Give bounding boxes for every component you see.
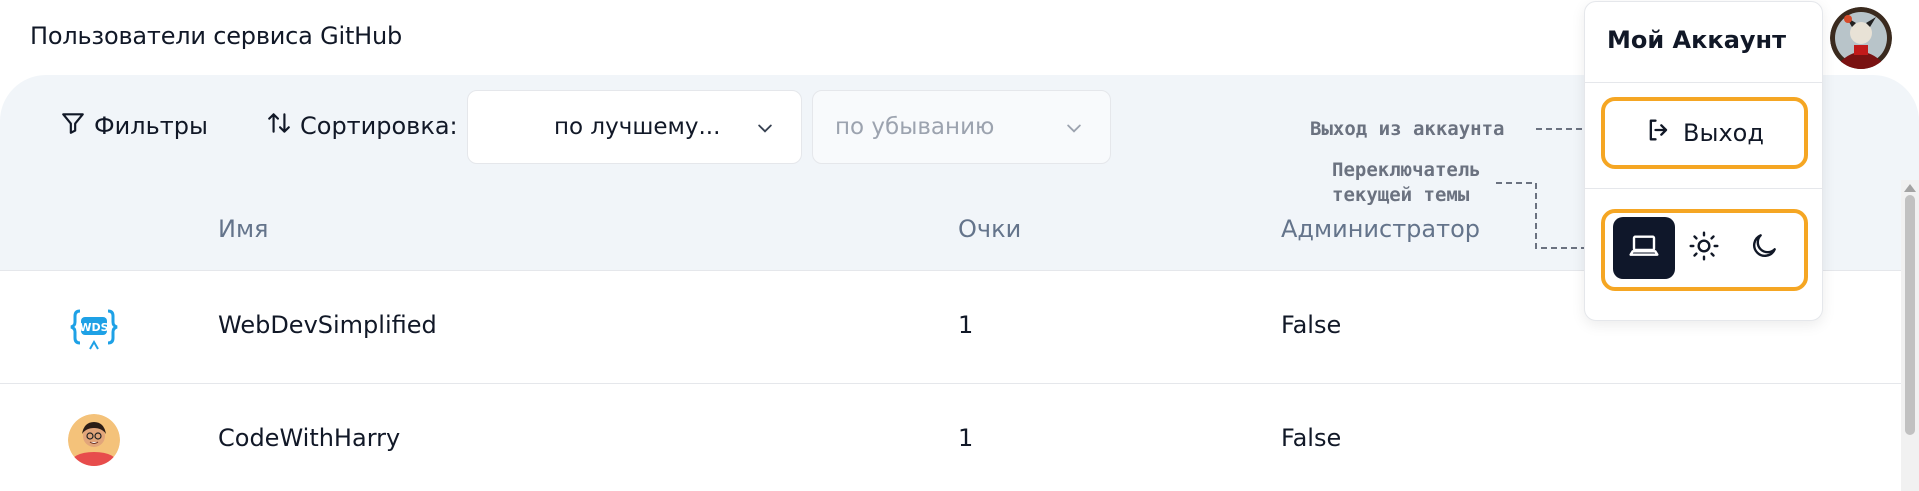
sort-by-select[interactable]: по лучшему... xyxy=(467,90,802,164)
sort-label: Сортировка: xyxy=(300,112,458,140)
user-photo-avatar xyxy=(68,414,120,466)
chevron-down-icon xyxy=(1064,118,1084,144)
menu-divider xyxy=(1585,188,1822,189)
column-header-name[interactable]: Имя xyxy=(218,215,269,243)
account-menu-title: Мой Аккаунт xyxy=(1607,26,1787,54)
user-points: 1 xyxy=(958,311,974,339)
filters-label: Фильтры xyxy=(94,112,208,140)
scroll-up-arrow[interactable] xyxy=(1904,184,1916,192)
theme-highlight xyxy=(1601,209,1808,291)
svg-text:WDS: WDS xyxy=(79,321,108,334)
sort-order-select[interactable]: по убыванию xyxy=(812,90,1111,164)
user-points: 1 xyxy=(958,424,974,452)
annotation-theme: Переключатель текущей темы xyxy=(1332,159,1481,206)
sort-by-value: по лучшему... xyxy=(554,114,721,140)
logout-highlight xyxy=(1601,97,1808,169)
wds-logo-avatar: WDS xyxy=(68,301,120,353)
user-admin: False xyxy=(1281,311,1342,339)
sort-arrows-icon xyxy=(266,110,292,142)
scrollbar-thumb[interactable] xyxy=(1905,195,1915,435)
page-title: Пользователи сервиса GitHub xyxy=(30,22,403,50)
table-row[interactable]: CodeWithHarry 1 False xyxy=(0,383,1919,491)
filter-icon xyxy=(60,110,86,142)
column-header-points[interactable]: Очки xyxy=(958,215,1021,243)
sort-label-group: Сортировка: xyxy=(266,110,458,142)
user-name: CodeWithHarry xyxy=(218,424,401,452)
account-menu: Мой Аккаунт Выход xyxy=(1584,1,1823,321)
chevron-down-icon xyxy=(755,118,775,144)
column-header-admin[interactable]: Администратор xyxy=(1281,215,1480,243)
user-name: WebDevSimplified xyxy=(218,311,437,339)
filters-button[interactable]: Фильтры xyxy=(60,110,208,142)
menu-divider xyxy=(1585,82,1822,83)
annotation-logout: Выход из аккаунта xyxy=(1310,118,1505,140)
sort-order-value: по убыванию xyxy=(835,114,995,140)
user-admin: False xyxy=(1281,424,1342,452)
user-avatar[interactable] xyxy=(1830,7,1892,69)
